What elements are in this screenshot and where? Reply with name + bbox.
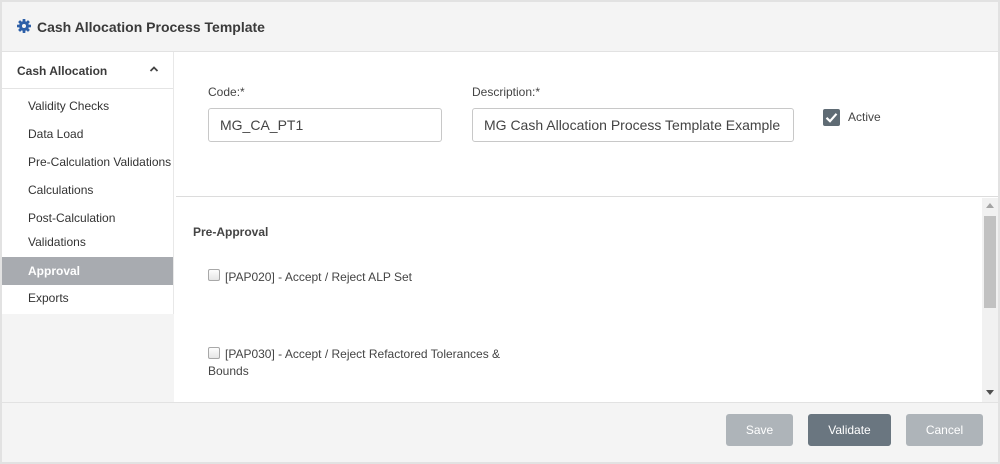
code-field[interactable] xyxy=(208,108,442,142)
sidebar-panel: Cash Allocation Validity Checks Data Loa… xyxy=(2,52,174,314)
chevron-up-icon[interactable] xyxy=(149,63,159,73)
active-label: Active xyxy=(848,110,881,124)
section-title-pre-approval: Pre-Approval xyxy=(193,225,269,239)
pap030-label-line1: [PAP030] - Accept / Reject Refactored To… xyxy=(225,347,501,361)
pap020-label: [PAP020] - Accept / Reject ALP Set xyxy=(225,270,412,284)
description-label: Description:* xyxy=(472,85,541,99)
sidebar-item-approval[interactable]: Approval xyxy=(2,257,173,285)
save-button[interactable]: Save xyxy=(726,414,793,446)
template-form: Code:* Description:* Active xyxy=(176,52,998,197)
pap030-label-line2: Bounds xyxy=(208,364,249,378)
sidebar-item-validity-checks[interactable]: Validity Checks xyxy=(2,94,173,118)
code-label: Code:* xyxy=(208,85,245,99)
scroll-down-arrow-icon[interactable] xyxy=(986,390,994,395)
pap030-label: [PAP030] - Accept / Reject Refactored To… xyxy=(208,346,528,380)
sidebar-item-data-load[interactable]: Data Load xyxy=(2,122,173,146)
sidebar-item-label: Post-Calculation xyxy=(28,211,116,225)
sidebar-item-label: Validations xyxy=(28,235,86,249)
sidebar-group-cash-allocation[interactable]: Cash Allocation xyxy=(2,52,173,89)
sidebar-item-post-calculation-validations[interactable]: Post-Calculation Validations xyxy=(2,206,173,254)
sidebar: Cash Allocation Validity Checks Data Loa… xyxy=(2,52,174,402)
description-field[interactable] xyxy=(472,108,794,142)
scroll-up-arrow-icon[interactable] xyxy=(986,203,994,208)
dialog-footer: Save Validate Cancel xyxy=(2,402,998,462)
validate-button[interactable]: Validate xyxy=(808,414,891,446)
cancel-button[interactable]: Cancel xyxy=(906,414,983,446)
sidebar-item-pre-calculation-validations[interactable]: Pre-Calculation Validations xyxy=(2,150,173,174)
vertical-scrollbar[interactable] xyxy=(982,198,998,402)
sidebar-item-exports[interactable]: Exports xyxy=(2,286,173,310)
active-checkbox[interactable] xyxy=(823,109,840,126)
sidebar-item-calculations[interactable]: Calculations xyxy=(2,178,173,202)
dialog-header: Cash Allocation Process Template xyxy=(2,2,998,52)
approval-list: Pre-Approval [PAP020] - Accept / Reject … xyxy=(176,198,998,402)
scrollbar-thumb[interactable] xyxy=(984,216,996,308)
sidebar-group-label: Cash Allocation xyxy=(17,64,108,78)
pap020-checkbox[interactable] xyxy=(208,269,220,281)
gear-icon xyxy=(17,19,31,33)
process-template-dialog: Cash Allocation Process Template Cash Al… xyxy=(0,0,1000,464)
dialog-title: Cash Allocation Process Template xyxy=(37,19,265,35)
